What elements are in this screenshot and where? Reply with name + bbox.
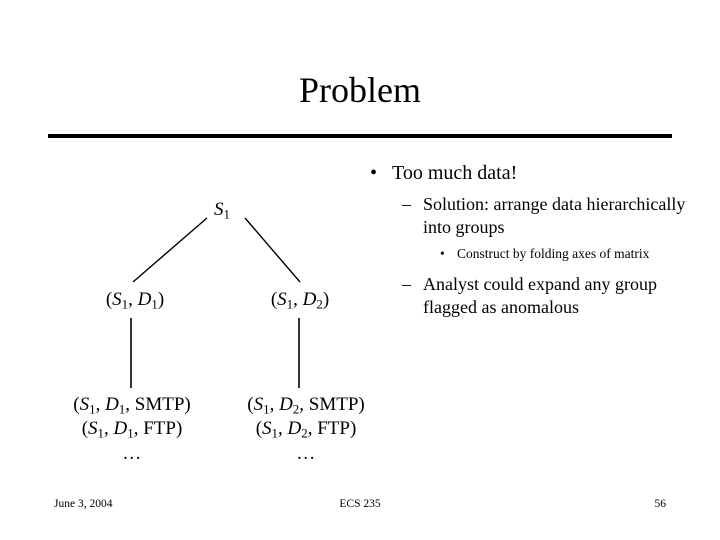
bullet-marker-icon: • [370, 162, 378, 184]
tree-node-root: S1 [160, 198, 284, 221]
protocol-label: FTP [317, 418, 350, 439]
slide-footer: June 3, 2004 ECS 235 56 [48, 494, 672, 514]
separator: , [269, 394, 280, 415]
variable-d: D [287, 418, 302, 439]
protocol-label: SMTP [308, 394, 359, 415]
separator: , [278, 418, 288, 439]
tree-node-s1-d2: (S1, D2) [240, 288, 360, 311]
bullet-text: Solution: arrange data hierarchically in… [423, 194, 686, 237]
variable-s: S [112, 289, 122, 310]
tree-leaf-group-d2: (S1, D2, SMTP) (S1, D2, FTP) … [216, 393, 396, 467]
tree-edge-root-to-right [244, 217, 301, 283]
bullet-text: Analyst could expand any group flagged a… [423, 274, 657, 317]
variable-s: S [88, 418, 98, 439]
tree-leaf-s1-d2-ftp: (S1, D2, FTP) [216, 417, 396, 441]
bullet-item-solution: – Solution: arrange data hierarchically … [360, 193, 690, 239]
bullet-text: Construct by folding axes of matrix [457, 246, 650, 261]
separator: , [128, 289, 138, 310]
bullet-item-analyst-expand: – Analyst could expand any group flagged… [360, 273, 690, 319]
variable-d: D [137, 289, 152, 310]
variable-s: S [253, 394, 264, 415]
separator: , [133, 418, 144, 439]
tree-node-root-subscript: 1 [223, 206, 230, 222]
tree-leaf-group-d1: (S1, D1, SMTP) (S1, D1, FTP) … [42, 393, 222, 467]
paren-close: ) [175, 418, 183, 439]
bullet-marker-icon: • [440, 246, 445, 261]
variable-d: D [105, 394, 119, 415]
tree-node-root-variable: S [214, 199, 224, 220]
paren-close: ) [349, 418, 357, 439]
hierarchy-tree-diagram: S1 (S1, D1) (S1, D2) (S1, D1, SMTP) (S1,… [0, 140, 400, 490]
tree-leaf-ellipsis-right: … [296, 443, 316, 464]
variable-d: D [302, 289, 317, 310]
bullet-item-construct-folding: • Construct by folding axes of matrix [360, 245, 690, 263]
separator: , [95, 394, 106, 415]
paren-close: ) [358, 394, 365, 415]
variable-d: D [279, 394, 293, 415]
variable-s: S [79, 394, 90, 415]
footer-page-number: 56 [654, 498, 667, 510]
separator: , [125, 394, 135, 415]
variable-s: S [277, 289, 287, 310]
dash-marker-icon: – [402, 274, 411, 294]
bullet-item-too-much-data: • Too much data! [360, 160, 690, 186]
paren-close: ) [184, 394, 191, 415]
separator: , [307, 418, 318, 439]
separator: , [293, 289, 303, 310]
page-title: Problem [299, 70, 421, 110]
tree-node-s1-d1: (S1, D1) [75, 288, 195, 311]
separator: , [299, 394, 309, 415]
dash-marker-icon: – [402, 194, 411, 214]
bullet-text: Too much data! [392, 162, 518, 184]
tree-leaf-s1-d1-ftp: (S1, D1, FTP) [42, 417, 222, 441]
tree-leaf-s1-d2-smtp: (S1, D2, SMTP) [216, 393, 396, 417]
slide: Problem S1 (S1, D1) (S1, D2) (S1, D1, SM… [0, 0, 720, 540]
tree-leaf-ellipsis-left: … [122, 443, 142, 464]
bullet-list: • Too much data! – Solution: arrange dat… [360, 160, 690, 325]
paren-close: ) [157, 289, 165, 310]
paren-close: ) [322, 289, 330, 310]
protocol-label: FTP [143, 418, 176, 439]
footer-course: ECS 235 [339, 498, 381, 510]
tree-leaf-s1-d1-smtp: (S1, D1, SMTP) [42, 393, 222, 417]
protocol-label: SMTP [134, 394, 185, 415]
tree-edge-root-to-left [132, 217, 208, 283]
title-divider [48, 134, 672, 138]
variable-d: D [113, 418, 128, 439]
variable-s: S [262, 418, 272, 439]
separator: , [104, 418, 114, 439]
